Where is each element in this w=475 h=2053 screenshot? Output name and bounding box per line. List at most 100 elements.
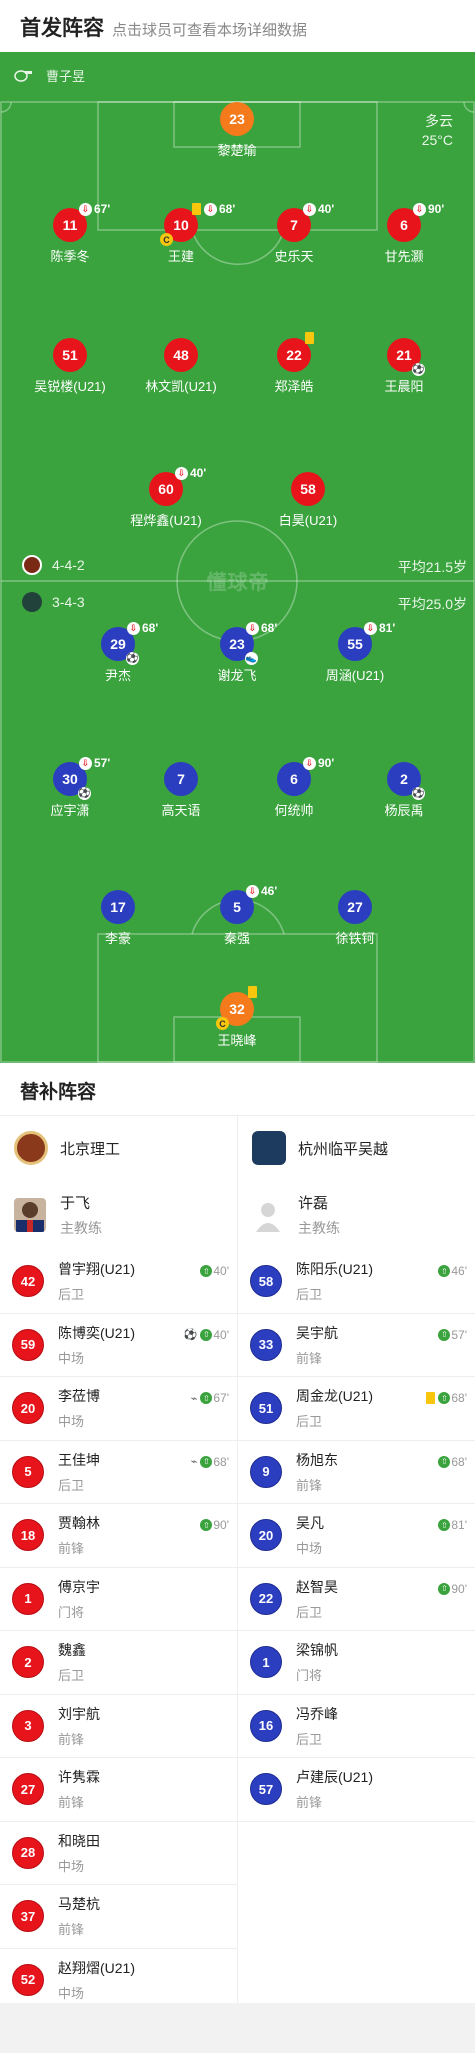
home-coach[interactable]: 于飞 主教练 <box>0 1180 237 1250</box>
player-name: 陈季冬 <box>50 249 90 264</box>
sub-player-row[interactable]: 2 魏鑫 后卫 <box>0 1631 237 1695</box>
sub-player-position: 后卫 <box>296 1287 323 1303</box>
sub-player-row[interactable]: 5 王佳坤 后卫 ⌁ ⇧ 68' <box>0 1441 237 1504</box>
sub-on-icon: ⇧ <box>438 1519 451 1531</box>
sub-player-row[interactable]: 1 傅京宇 门将 <box>0 1568 237 1631</box>
away-player[interactable]: 23 ⇩ 68' 👟 谢龙飞 <box>177 621 297 684</box>
sub-player-row[interactable]: 1 梁锦帆 门将 <box>238 1631 475 1695</box>
away-coach[interactable]: 许磊 主教练 <box>238 1180 475 1250</box>
sub-minute: 40' <box>318 202 335 216</box>
sub-jersey-number: 20 <box>250 1519 282 1552</box>
jersey-number: 60 <box>158 481 174 497</box>
home-player[interactable]: 23 黎楚瑜 <box>177 102 297 159</box>
sub-off-marker: ⇩ 57' <box>79 756 110 770</box>
player-name: 王晓峰 <box>217 1033 257 1048</box>
sub-on-icon: ⇧ <box>200 1455 213 1468</box>
goal-ball-icon: ⚽ <box>412 363 425 376</box>
sub-jersey-number: 20 <box>12 1392 44 1425</box>
sub-player-name: 贾翰林 <box>58 1515 100 1532</box>
sub-player-row[interactable]: 20 李莅博 中场 ⌁ ⇧ 67' <box>0 1377 237 1441</box>
home-player[interactable]: 60 ⇩ 40' 程烨鑫(U21) <box>106 466 226 529</box>
sub-on-icon: ⇧ <box>200 1265 213 1277</box>
player-name: 应宇潇 <box>50 803 90 818</box>
away-player[interactable]: 32 C 王晓峰 <box>177 986 297 1049</box>
sub-player-info: 梁锦帆 门将 <box>296 1640 338 1684</box>
player-disc: 10 ⇩ 68' C <box>160 202 235 246</box>
player-name: 秦强 <box>223 931 250 946</box>
whistle-icon <box>14 69 32 82</box>
home-player[interactable]: 10 ⇩ 68' C 王建 <box>121 202 241 265</box>
away-player[interactable]: 30 ⇩ 57' ⚽ 应宇潇 <box>10 756 130 819</box>
home-team-badge-icon <box>14 1131 48 1165</box>
home-player[interactable]: 7 ⇩ 40' 史乐天 <box>234 202 354 265</box>
sub-player-row[interactable]: 37 马楚杭 前锋 <box>0 1885 237 1949</box>
sub-jersey-number: 9 <box>250 1455 282 1488</box>
sub-player-position: 中场 <box>58 1350 85 1366</box>
home-player[interactable]: 58 白昊(U21) <box>248 472 368 529</box>
sub-player-row[interactable]: 9 杨旭东 前锋 ⇧ 68' <box>238 1441 475 1504</box>
sub-player-position: 前锋 <box>296 1795 323 1811</box>
sub-player-name: 王佳坤 <box>58 1451 100 1468</box>
sub-player-row[interactable]: 33 吴宇航 前锋 ⇧ 57' <box>238 1314 475 1377</box>
home-player[interactable]: 51 吴锐楼(U21) <box>10 338 130 395</box>
sub-player-row[interactable]: 20 吴凡 中场 ⇧ 81' <box>238 1504 475 1568</box>
sub-player-row[interactable]: 22 赵智昊 后卫 ⇧ 90' <box>238 1568 475 1631</box>
away-player[interactable]: 6 ⇩ 90' 何统帅 <box>234 756 354 819</box>
away-team-header[interactable]: 杭州临平吴越 <box>238 1116 475 1180</box>
sub-player-row[interactable]: 16 冯乔峰 后卫 <box>238 1695 475 1758</box>
sub-jersey-number: 42 <box>12 1265 44 1298</box>
away-player[interactable]: 29 ⇩ 68' ⚽ 尹杰 <box>58 621 178 684</box>
sub-on-icon: ⇧ <box>200 1519 213 1531</box>
sub-jersey-number: 52 <box>12 1963 44 1996</box>
sub-player-info: 陈博奕(U21) 中场 <box>58 1323 135 1367</box>
sub-off-icon: ⇩ <box>246 621 259 635</box>
lineup-header: 首发阵容 点击球员可查看本场详细数据 <box>0 0 475 52</box>
sub-player-row[interactable]: 18 贾翰林 前锋 ⇧ 90' <box>0 1504 237 1568</box>
sub-on-icon: ⇧ <box>438 1455 451 1468</box>
jersey-number: 55 <box>347 636 363 652</box>
coach-name: 于飞 <box>60 1195 91 1212</box>
player-name: 王晨阳 <box>384 379 424 394</box>
sub-player-row[interactable]: 59 陈博奕(U21) 中场 ⚽ ⇧ 40' <box>0 1314 237 1377</box>
sub-event: ⇧ 46' <box>438 1264 467 1278</box>
sub-player-row[interactable]: 42 曾宇翔(U21) 后卫 ⇧ 40' <box>0 1250 237 1314</box>
home-player[interactable]: 21 ⚽ 王晨阳 <box>344 338 464 395</box>
player-name: 杨辰禹 <box>384 803 424 818</box>
sub-player-row[interactable]: 51 周金龙(U21) 后卫 ⇧ 68' <box>238 1377 475 1441</box>
home-player[interactable]: 22 郑泽皓 <box>234 332 354 395</box>
player-disc: 11 ⇩ 67' <box>53 202 110 242</box>
sub-player-row[interactable]: 28 和晓田 中场 <box>0 1822 237 1885</box>
sub-off-marker: ⇩ 90' <box>303 756 334 770</box>
away-player[interactable]: 2 ⚽ 杨辰禹 <box>344 762 464 819</box>
sub-player-info: 李莅博 中场 <box>58 1386 100 1430</box>
sub-on-minute: 40' <box>213 1264 229 1278</box>
home-player[interactable]: 48 林文凯(U21) <box>121 338 241 395</box>
player-name: 徐铁钶 <box>335 931 375 946</box>
sub-off-icon: ⇩ <box>79 756 92 770</box>
sub-jersey-number: 2 <box>12 1646 44 1679</box>
sub-player-position: 前锋 <box>296 1477 323 1493</box>
sub-player-row[interactable]: 3 刘宇航 前锋 <box>0 1695 237 1758</box>
home-player[interactable]: 11 ⇩ 67' 陈季冬 <box>10 202 130 265</box>
player-disc: 55 ⇩ 81' <box>338 621 395 661</box>
away-player[interactable]: 27 徐铁钶 <box>295 890 415 947</box>
away-player[interactable]: 55 ⇩ 81' 周涵(U21) <box>295 621 415 684</box>
away-player[interactable]: 5 ⇩ 46' 秦强 <box>177 884 297 947</box>
sub-player-position: 门将 <box>296 1668 323 1684</box>
home-team-header[interactable]: 北京理工 <box>0 1116 237 1180</box>
coach-role: 主教练 <box>60 1220 102 1236</box>
player-disc: 30 ⇩ 57' ⚽ <box>53 756 110 800</box>
away-player[interactable]: 7 高天语 <box>121 762 241 819</box>
sub-minute: 81' <box>379 621 396 635</box>
away-team-name: 杭州临平吴越 <box>298 1140 389 1158</box>
coach-avatar <box>14 1198 46 1232</box>
away-player[interactable]: 17 李豪 <box>58 890 178 947</box>
sub-player-row[interactable]: 27 许隽霖 前锋 <box>0 1758 237 1822</box>
sub-player-row[interactable]: 58 陈阳乐(U21) 后卫 ⇧ 46' <box>238 1250 475 1314</box>
home-player[interactable]: 6 ⇩ 90' 甘先灏 <box>344 202 464 265</box>
sub-player-position: 中场 <box>58 1414 85 1430</box>
lineup-title: 首发阵容 <box>20 17 104 40</box>
sub-player-name: 杨旭东 <box>296 1451 338 1468</box>
sub-player-row[interactable]: 57 卢建辰(U21) 前锋 <box>238 1758 475 1822</box>
jersey-number: 10 <box>173 217 189 233</box>
